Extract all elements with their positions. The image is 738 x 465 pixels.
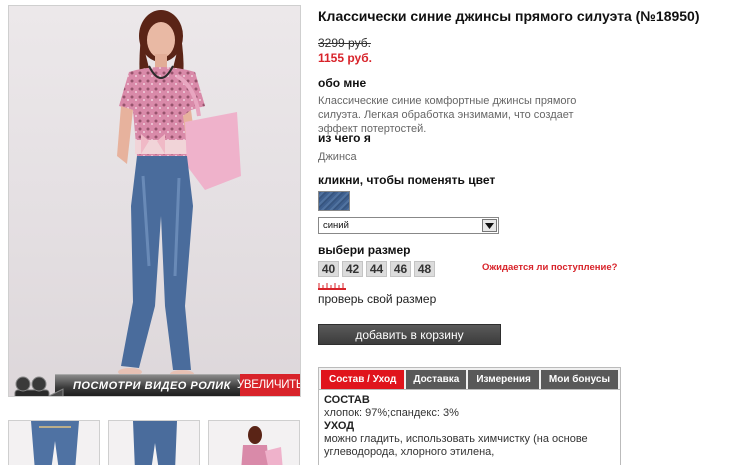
add-to-cart-button[interactable]: добавить в корзину <box>318 324 501 345</box>
thumbnail-2[interactable] <box>108 420 200 465</box>
size-option-42[interactable]: 42 <box>342 261 363 277</box>
tab-measurements[interactable]: Измерения <box>468 370 539 389</box>
size-option-46[interactable]: 46 <box>390 261 411 277</box>
size-option-40[interactable]: 40 <box>318 261 339 277</box>
size-option-48[interactable]: 48 <box>414 261 435 277</box>
size-options: 40 42 44 46 48 <box>318 261 435 277</box>
color-heading: кликни, чтобы поменять цвет <box>318 173 496 187</box>
tab-delivery[interactable]: Доставка <box>406 370 467 389</box>
color-select-value: синий <box>323 220 349 231</box>
tab-composition-care[interactable]: Состав / Уход <box>321 370 405 389</box>
about-text: Классические синие комфортные джинсы пря… <box>318 95 577 135</box>
video-camera-icon[interactable] <box>9 374 65 397</box>
product-title: Классически синие джинсы прямого силуэта… <box>318 8 700 24</box>
chevron-down-icon[interactable] <box>482 219 497 232</box>
waiting-restock-link[interactable]: Ожидается ли поступление? <box>482 262 617 273</box>
thumbnail-3[interactable] <box>208 420 300 465</box>
care-heading: УХОД <box>324 420 355 432</box>
tab-bonuses[interactable]: Мои бонусы <box>540 370 618 389</box>
video-bar: ПОСМОТРИ ВИДЕО РОЛИК УВЕЛИЧИТЬ <box>9 374 300 396</box>
thumbnail-1[interactable] <box>8 420 100 465</box>
color-swatch-blue[interactable] <box>318 191 350 211</box>
watch-video-link[interactable]: ПОСМОТРИ ВИДЕО РОЛИК <box>55 374 240 396</box>
zoom-button[interactable]: УВЕЛИЧИТЬ <box>237 374 300 396</box>
composition-text: хлопок: 97%;спандекс: 3% <box>324 407 459 419</box>
tab-bar: Состав / Уход Доставка Измерения Мои бон… <box>319 368 620 390</box>
tab-content: СОСТАВ хлопок: 97%;спандекс: 3% УХОД мож… <box>319 390 620 463</box>
model-illustration <box>117 10 241 378</box>
material-heading: из чего я <box>318 131 371 145</box>
size-option-44[interactable]: 44 <box>366 261 387 277</box>
check-size-link[interactable]: проверь свой размер <box>318 292 436 306</box>
product-main-photo[interactable]: ПОСМОТРИ ВИДЕО РОЛИК УВЕЛИЧИТЬ <box>8 5 301 397</box>
care-text-line-1: можно гладить, использовать химчистку (н… <box>324 433 588 445</box>
composition-heading: СОСТАВ <box>324 394 370 406</box>
info-tabs: Состав / Уход Доставка Измерения Мои бон… <box>318 367 621 465</box>
material-text: Джинса <box>318 151 357 163</box>
color-select[interactable]: синий <box>318 217 499 234</box>
care-text-line-2: углеводорода, хлорного этилена, <box>324 446 495 458</box>
ruler-icon[interactable] <box>318 283 346 290</box>
new-price: 1155 руб. <box>318 51 372 65</box>
size-heading: выбери размер <box>318 243 411 257</box>
old-price: 3299 руб. <box>318 36 371 50</box>
about-heading: обо мне <box>318 76 367 90</box>
